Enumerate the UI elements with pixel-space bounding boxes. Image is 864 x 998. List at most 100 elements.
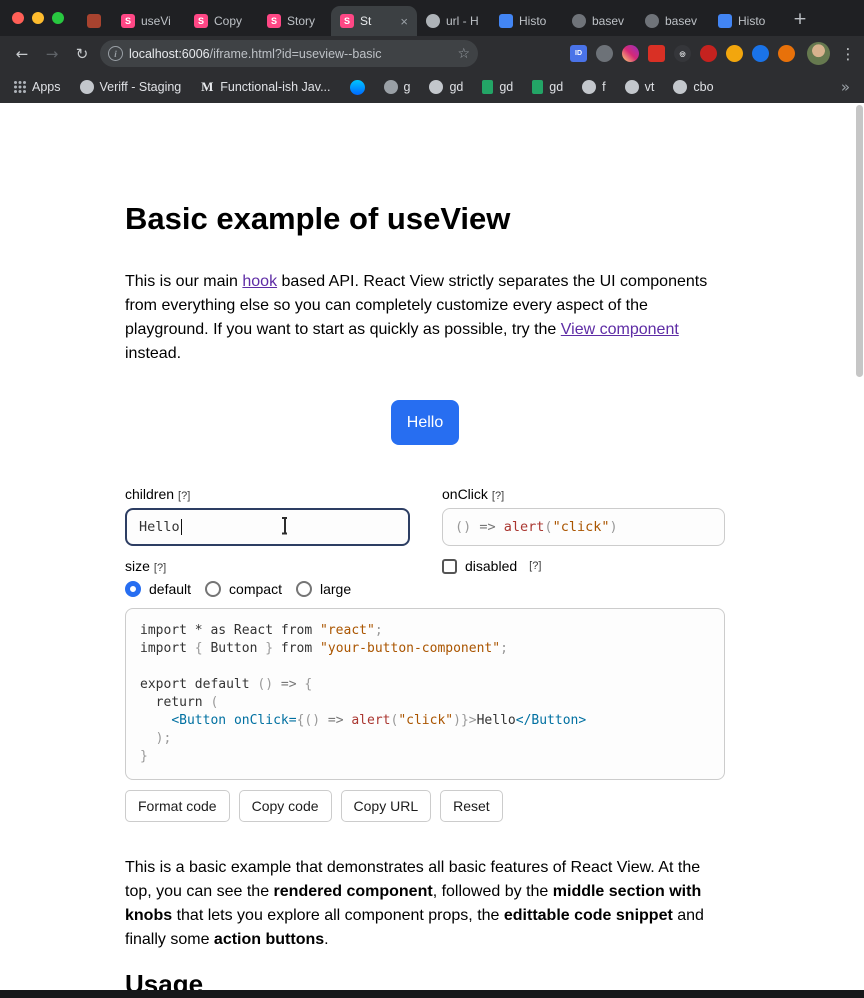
code-token: from xyxy=(273,641,321,656)
browser-menu-icon[interactable]: ⋮ xyxy=(840,45,856,63)
copy-code-button[interactable]: Copy code xyxy=(238,790,332,822)
help-icon[interactable]: [?] xyxy=(154,562,166,574)
browser-tab[interactable]: S St × xyxy=(331,6,417,36)
browser-tab[interactable]: Histo xyxy=(709,6,782,36)
tab-title: basev xyxy=(665,14,698,28)
size-option-large[interactable]: large xyxy=(295,581,352,597)
radio-unselected-icon[interactable] xyxy=(295,581,312,597)
browser-tab[interactable]: url - H xyxy=(417,6,490,36)
browser-tab[interactable]: Histo xyxy=(490,6,563,36)
code-token: () xyxy=(455,519,480,535)
size-option-compact[interactable]: compact xyxy=(205,581,282,597)
help-icon[interactable]: [?] xyxy=(492,490,504,502)
extensions-area: ID ◎ xyxy=(570,45,795,62)
url-text: localhost:6006/iframe.html?id=useview--b… xyxy=(129,47,449,61)
browser-tab[interactable]: basev xyxy=(636,6,709,36)
code-line: import * as React from "react"; xyxy=(140,622,710,640)
code-token: => xyxy=(273,677,305,692)
checkbox-icon[interactable] xyxy=(442,558,457,574)
size-option-default[interactable]: default xyxy=(125,581,191,597)
back-icon[interactable]: ← xyxy=(8,45,36,63)
bookmark-label: vt xyxy=(644,80,655,94)
tab-list: SuseVi S Copy S Story S St × url - H Histo basev ba… xyxy=(76,0,782,36)
pen-extension[interactable] xyxy=(726,45,743,62)
text-link[interactable]: View component xyxy=(561,321,679,338)
text-link[interactable]: hook xyxy=(242,273,277,290)
copy-url-button[interactable]: Copy URL xyxy=(340,790,432,822)
code-token: => xyxy=(479,519,504,535)
browser-tab[interactable]: SuseVi xyxy=(112,6,185,36)
shield-extension[interactable] xyxy=(700,45,717,62)
bookmark-item[interactable]: cbo xyxy=(673,80,714,94)
format-code-button[interactable]: Format code xyxy=(125,790,230,822)
disabled-checkbox-row[interactable]: disabled [?] xyxy=(442,558,725,574)
help-icon[interactable]: [?] xyxy=(529,560,541,572)
bookmark-item[interactable]: g xyxy=(383,80,410,94)
browser-tab[interactable]: S Copy xyxy=(185,6,258,36)
browser-tab[interactable]: basev xyxy=(563,6,636,36)
bookmarks-overflow-icon[interactable]: » xyxy=(841,78,850,96)
globe-extension[interactable] xyxy=(752,45,769,62)
radio-unselected-icon[interactable] xyxy=(205,581,222,597)
help-icon[interactable]: [?] xyxy=(178,490,190,502)
bold-text: edittable code snippet xyxy=(503,907,673,924)
radio-selected-icon[interactable] xyxy=(125,581,141,597)
bookmark-star-icon[interactable]: ☆ xyxy=(455,46,472,62)
camera-extension[interactable] xyxy=(622,45,639,62)
knob-label-text: children xyxy=(125,486,175,502)
code-line: <Button onClick={() => alert("click")}>H… xyxy=(140,712,710,730)
browser-tab[interactable] xyxy=(76,6,112,36)
github-icon xyxy=(624,80,639,94)
knobs-section: children [?] Hello onClick [?] () => alert… xyxy=(125,486,725,597)
camera2-extension[interactable] xyxy=(778,45,795,62)
code-line: return ( xyxy=(140,694,710,712)
bookmark-item[interactable]: Apps xyxy=(14,80,61,94)
forward-icon[interactable]: → xyxy=(38,45,66,63)
profile-avatar[interactable] xyxy=(807,42,830,65)
sheets-icon xyxy=(482,80,494,94)
reload-icon[interactable]: ↻ xyxy=(68,45,96,63)
new-tab-button[interactable]: + xyxy=(786,5,814,33)
paragraph-text: , followed by the xyxy=(432,883,553,900)
hello-button[interactable]: Hello xyxy=(390,400,460,445)
children-input[interactable]: Hello xyxy=(125,508,410,546)
reset-button[interactable]: Reset xyxy=(440,790,503,822)
site-info-icon[interactable]: i xyxy=(108,46,123,61)
paragraph-text: This is our main xyxy=(125,273,243,290)
gray-favicon xyxy=(426,14,440,28)
tab-close-icon[interactable]: × xyxy=(400,14,408,29)
storybook-favicon: S xyxy=(121,14,135,28)
tab-strip: SuseVi S Copy S Story S St × url - H Histo basev ba… xyxy=(0,0,864,36)
id-badge-extension[interactable]: ID xyxy=(570,45,587,62)
gray-icon xyxy=(383,80,398,94)
close-window-button[interactable] xyxy=(12,12,24,24)
bookmark-item[interactable]: gd xyxy=(482,80,513,94)
bookmark-item[interactable]: vt xyxy=(624,80,655,94)
bookmark-item[interactable]: gd xyxy=(532,80,563,94)
storybook-favicon: S xyxy=(340,14,354,28)
bookmark-item[interactable]: M Functional-ish Jav... xyxy=(200,79,330,94)
site-favicon xyxy=(87,14,101,28)
grid-extension[interactable] xyxy=(648,45,665,62)
radio-label: large xyxy=(319,581,352,597)
address-bar[interactable]: i localhost:6006/iframe.html?id=useview-… xyxy=(100,40,478,67)
zoom-window-button[interactable] xyxy=(52,12,64,24)
minimize-window-button[interactable] xyxy=(32,12,44,24)
target-extension[interactable]: ◎ xyxy=(674,45,691,62)
onclick-input[interactable]: () => alert("click") xyxy=(442,508,725,546)
bookmark-item[interactable]: f xyxy=(582,80,606,94)
tab-title: url - H xyxy=(446,14,479,28)
tab-title: Copy xyxy=(214,14,243,28)
code-editor[interactable]: import * as React from "react"; import { … xyxy=(125,608,725,780)
bookmark-item[interactable]: Veriff - Staging xyxy=(79,80,181,94)
scrollbar-thumb[interactable] xyxy=(856,105,863,377)
bookmark-item[interactable]: gd xyxy=(429,80,463,94)
code-token: } xyxy=(140,749,148,764)
browser-tab[interactable]: S Story xyxy=(258,6,331,36)
radio-label: default xyxy=(149,581,192,597)
code-token: "click" xyxy=(398,713,454,728)
code-line: export default () => { xyxy=(140,676,710,694)
bookmark-item[interactable] xyxy=(349,79,365,95)
eye-extension[interactable] xyxy=(596,45,613,62)
